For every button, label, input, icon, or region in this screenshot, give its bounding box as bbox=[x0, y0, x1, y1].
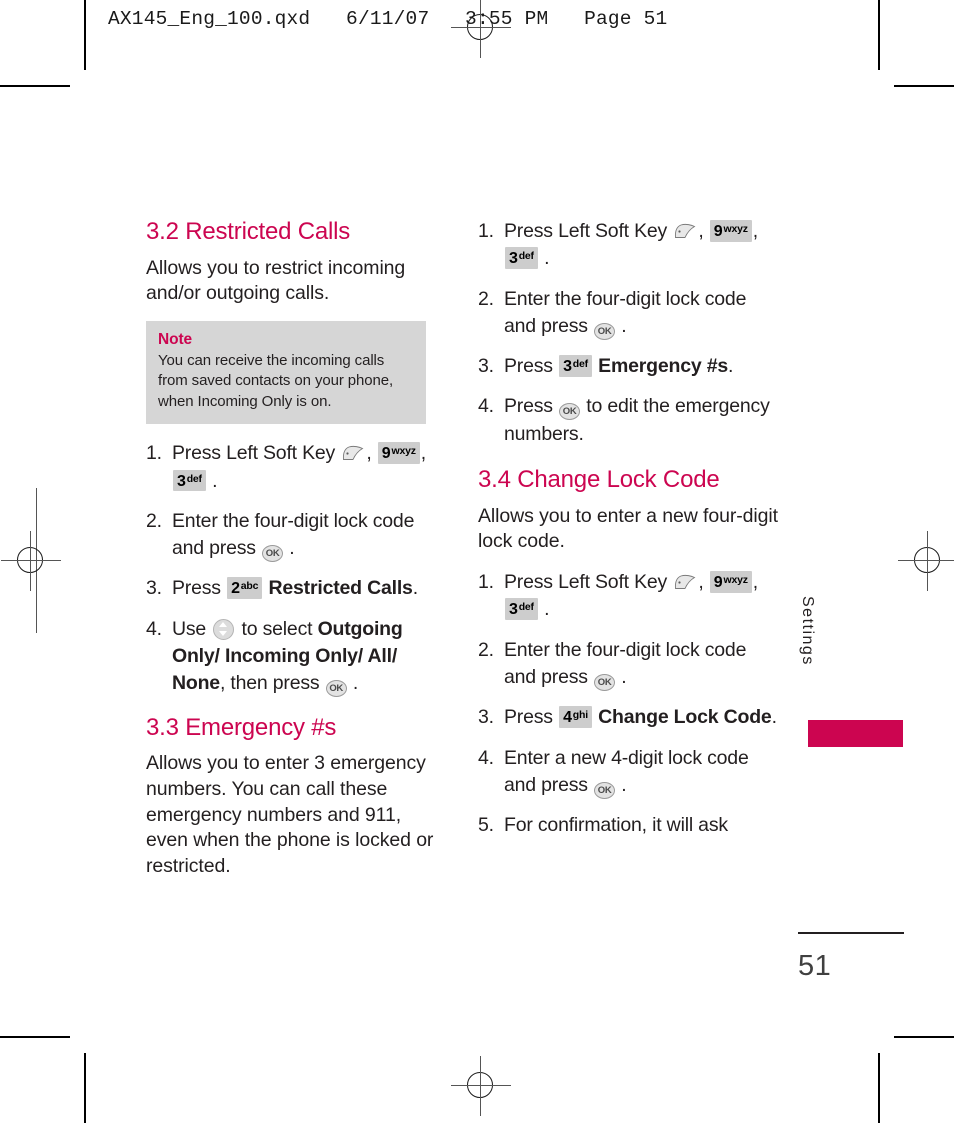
step-item: 4. Press OK to edit the emergency numbers… bbox=[478, 395, 770, 445]
step-number: 1. bbox=[146, 442, 162, 465]
ok-key-icon: OK bbox=[594, 674, 616, 692]
side-tab-block bbox=[808, 720, 903, 747]
step-number: 2. bbox=[478, 638, 494, 661]
step-item: 2. Enter the four-digit lock code and pre… bbox=[478, 637, 778, 692]
menu-item-name: Outgoing Only/ Incoming Only/ All/ None bbox=[172, 617, 403, 695]
note-body: You can receive the incoming calls from … bbox=[158, 352, 394, 410]
step-item: 3. Press 4ghi Change Lock Code. bbox=[478, 704, 778, 731]
phone-key-9: 9wxyz bbox=[709, 220, 752, 242]
crop-mark-bottom-left-horizontal bbox=[0, 1036, 70, 1038]
ok-key-icon: OK bbox=[594, 322, 616, 340]
steps-change-lock-code: 1. Press Left Soft Key , 9wxyz, 3def . 2. E… bbox=[478, 569, 778, 839]
steps-emergency-numbers: 1. Press Left Soft Key , 9wxyz, 3def . 2. E… bbox=[478, 218, 778, 448]
crop-mark-top-right-vertical bbox=[878, 0, 880, 70]
step-item: 1. Press Left Soft Key , 9wxyz, 3def . bbox=[478, 571, 758, 621]
phone-key-4: 4ghi bbox=[559, 706, 592, 728]
crop-mark-top-left-horizontal bbox=[0, 85, 70, 87]
menu-item-name: Change Lock Code bbox=[598, 706, 772, 729]
crop-mark-bottom-left-vertical bbox=[84, 1053, 86, 1123]
phone-key-9: 9wxyz bbox=[709, 571, 752, 593]
step-number: 1. bbox=[478, 220, 494, 242]
section-intro-3-3: Allows you to enter 3 emergency numbers.… bbox=[146, 752, 434, 878]
step-number: 3. bbox=[478, 355, 494, 378]
phone-key-2: 2abc bbox=[227, 577, 263, 599]
crop-mark-bottom-right-horizontal bbox=[894, 1036, 954, 1038]
left-soft-key-icon bbox=[675, 223, 696, 238]
step-number: 3. bbox=[146, 577, 162, 600]
section-heading-3-3: 3.3 Emergency #s bbox=[146, 713, 337, 741]
step-item: 4. Use to select Outgoing Only/ Incoming … bbox=[146, 616, 446, 698]
step-number: 3. bbox=[478, 706, 494, 729]
side-tab-label: Settings bbox=[799, 596, 816, 666]
step-item: 4. Enter a new 4-digit lock code and pres… bbox=[478, 745, 778, 800]
page-number: 51 bbox=[798, 950, 832, 982]
phone-key-3: 3def bbox=[559, 355, 592, 377]
right-column: 1. Press Left Soft Key , 9wxyz, 3def . 2. E… bbox=[478, 218, 778, 853]
step-number: 2. bbox=[478, 287, 494, 310]
ok-key-icon: OK bbox=[559, 403, 581, 421]
phone-key-9: 9wxyz bbox=[377, 442, 420, 464]
left-soft-key-icon bbox=[343, 446, 364, 461]
step-item: 3. Press 2abc Restricted Calls. bbox=[146, 575, 446, 602]
crop-mark-top-left-vertical bbox=[84, 0, 86, 70]
step-number: 4. bbox=[478, 395, 494, 418]
menu-item-name: Restricted Calls bbox=[268, 577, 413, 600]
step-number: 5. bbox=[478, 814, 494, 837]
left-column: 3.2 Restricted Calls Allows you to restr… bbox=[146, 218, 446, 894]
page-number-rule bbox=[798, 932, 904, 934]
crop-mark-top-right-horizontal bbox=[894, 85, 954, 87]
section-intro-3-4: Allows you to enter a new four-digit loc… bbox=[478, 504, 778, 553]
step-item: 1. Press Left Soft Key , 9wxyz, 3def . bbox=[146, 442, 426, 492]
note-box: Note You can receive the incoming calls … bbox=[146, 321, 426, 425]
menu-item-name: Emergency #s bbox=[598, 355, 729, 378]
step-item: 2. Enter the four-digit lock code and pre… bbox=[146, 508, 446, 563]
section-heading-3-4: 3.4 Change Lock Code bbox=[478, 466, 720, 494]
print-slug: AX145_Eng_100.qxd 6/11/07 3:55 PM Page 5… bbox=[108, 8, 668, 30]
section-intro-3-2: Allows you to restrict incoming and/or o… bbox=[146, 256, 406, 305]
step-number: 4. bbox=[478, 746, 494, 769]
crop-mark-bottom-right-vertical bbox=[878, 1053, 880, 1123]
phone-key-3: 3def bbox=[173, 469, 206, 492]
registration-mark-bottom bbox=[451, 1056, 511, 1116]
left-soft-key-icon bbox=[675, 575, 696, 590]
steps-restricted-calls: 1. Press Left Soft Key , 9wxyz, 3def . 2. E… bbox=[146, 440, 446, 698]
ok-key-icon: OK bbox=[594, 781, 616, 799]
section-heading-3-2: 3.2 Restricted Calls bbox=[146, 218, 351, 245]
step-item: 2. Enter the four-digit lock code and pre… bbox=[478, 286, 778, 341]
step-number: 4. bbox=[146, 617, 162, 640]
note-title: Note bbox=[158, 331, 193, 349]
manual-page: AX145_Eng_100.qxd 6/11/07 3:55 PM Page 5… bbox=[0, 0, 954, 1123]
step-number: 2. bbox=[146, 509, 162, 532]
step-item: 3. Press 3def Emergency #s. bbox=[478, 353, 778, 380]
step-item: 1. Press Left Soft Key , 9wxyz, 3def . bbox=[478, 220, 758, 270]
phone-key-3: 3def bbox=[505, 598, 538, 620]
step-number: 1. bbox=[478, 571, 494, 594]
ok-key-icon: OK bbox=[262, 545, 284, 563]
registration-mark-right bbox=[898, 531, 954, 591]
registration-mark-left bbox=[1, 531, 61, 591]
up-down-navigation-key-icon bbox=[213, 618, 235, 640]
phone-key-3: 3def bbox=[505, 247, 538, 269]
step-item: 5. For confirmation, it will ask bbox=[478, 812, 778, 839]
ok-key-icon: OK bbox=[325, 680, 347, 698]
